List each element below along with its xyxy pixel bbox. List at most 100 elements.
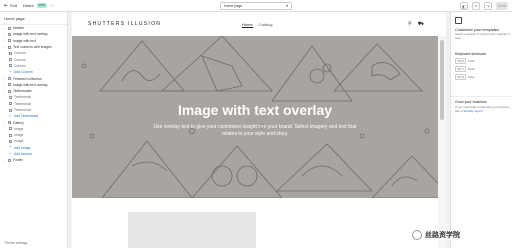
chevron-down-icon: ▾ <box>286 4 288 8</box>
plus-icon: + <box>9 69 12 74</box>
section-icon <box>9 58 12 62</box>
chevron-right-icon[interactable]: › <box>4 26 6 30</box>
undo-icon[interactable]: ↶ <box>472 2 480 10</box>
hero-text: Use overlay text to give your customers … <box>153 124 357 137</box>
chevron-right-icon[interactable]: › <box>4 32 6 36</box>
chevron-right-icon[interactable]: › <box>4 89 6 93</box>
template-icon <box>455 17 462 24</box>
sidebar-item-label: Image with text overlay <box>13 32 48 37</box>
image-placeholder[interactable] <box>128 212 256 248</box>
plus-icon: + <box>9 113 12 118</box>
section-icon <box>9 127 12 131</box>
section-icon <box>8 32 11 36</box>
theme-settings-link[interactable]: Theme settings <box>4 241 27 245</box>
nav-catalog-link[interactable]: Catalog <box>259 22 273 28</box>
sidebar-item-label: Column <box>14 63 26 68</box>
page-selector[interactable]: Home page ▾ <box>220 2 292 10</box>
section-icon <box>9 64 12 68</box>
nav-home-link[interactable]: Home <box>242 22 253 28</box>
section-icon <box>8 39 11 43</box>
sidebar-item-label: Testimonial <box>14 108 31 112</box>
section-icon <box>9 108 12 112</box>
store-header-icons: ⚲ ⛟ <box>408 21 424 28</box>
shortcut-label: Undo <box>467 59 476 63</box>
redo-icon[interactable]: ↷ <box>484 2 492 10</box>
shortcut-keys: Ctrl Z <box>455 58 466 64</box>
chevron-right-icon[interactable]: › <box>4 45 6 49</box>
section-icon <box>8 89 11 93</box>
shortcut-save: Ctrl S Save <box>455 74 475 80</box>
store-logo[interactable]: SHUTTERS ILLUSION <box>88 21 161 27</box>
hero-image-overlay[interactable]: Image with text overlay Use overlay text… <box>72 36 438 198</box>
inspector-icon[interactable]: ◧ <box>460 2 468 10</box>
section-icon <box>9 51 12 55</box>
sidebar-item-label: Gallery <box>13 120 24 125</box>
save-button[interactable]: Save <box>496 2 508 10</box>
shortcut-label: Redo <box>467 67 476 71</box>
sidebar-item-label: Column <box>14 57 26 62</box>
section-icon <box>8 158 11 162</box>
help-panel: Customize your templates Select a sectio… <box>450 12 512 248</box>
sidebar-item[interactable]: › Footer <box>0 157 67 163</box>
store-preview: SHUTTERS ILLUSION Home Catalog ⚲ ⛟ Image… <box>72 12 446 248</box>
section-icon <box>9 133 12 137</box>
wechat-logo-icon <box>412 230 422 240</box>
sidebar-item-label: Testimonial <box>14 101 31 106</box>
scroll-thumb[interactable] <box>440 40 444 120</box>
store-nav: Home Catalog <box>242 22 272 28</box>
sidebar-item-label: Image with text overlay <box>13 82 48 87</box>
sidebar-item-label: Add section <box>14 152 32 157</box>
cart-icon[interactable]: ⛟ <box>418 21 424 28</box>
exit-label: Exit <box>10 3 17 8</box>
business-title: Grow your business <box>455 100 487 104</box>
sidebar-item-label: Image <box>14 126 24 131</box>
help-desc: Select a section or block in the sidebar… <box>455 32 510 40</box>
sidebar-item-label: Testimonials <box>13 89 32 94</box>
sidebar-item-label: Image <box>14 139 24 144</box>
sidebar-item-label: Add Testimonial <box>14 114 38 119</box>
chevron-right-icon[interactable]: › <box>4 77 6 81</box>
live-badge: Live <box>36 3 47 8</box>
sidebar-item-label: Header <box>13 26 25 31</box>
sidebar-item-label: Testimonial <box>14 95 31 100</box>
preview-scrollbar[interactable] <box>438 36 446 248</box>
section-icon <box>8 26 11 30</box>
store-header[interactable]: SHUTTERS ILLUSION Home Catalog ⚲ ⛟ <box>72 12 446 36</box>
theme-editor: ⇤ Exit Debut Live ··· Home page ▾ ◧ ↶ ↷ … <box>0 0 512 248</box>
section-icon <box>8 77 11 81</box>
sidebar-section-list: › Header › Image with text overlay › Image wi… <box>0 25 67 164</box>
sidebar-item-label: Image with text <box>13 38 36 43</box>
sidebar-item-label: Footer <box>13 158 23 163</box>
shortcut-redo: Ctrl Y Redo <box>455 66 475 72</box>
watermark: 丝路资学院 <box>412 230 461 240</box>
section-icon <box>9 102 12 106</box>
chevron-right-icon[interactable]: › <box>4 121 6 125</box>
sidebar-item-label: Column <box>14 51 26 56</box>
plus-icon: + <box>9 151 12 156</box>
top-bar: ⇤ Exit Debut Live ··· Home page ▾ ◧ ↶ ↷ … <box>0 0 512 12</box>
shortcut-label: Save <box>468 75 475 79</box>
exit-button[interactable]: ⇤ Exit <box>4 3 17 9</box>
shortcut-keys: Ctrl S <box>455 74 466 80</box>
chevron-right-icon[interactable]: › <box>4 83 6 87</box>
theme-name: Debut <box>22 3 34 8</box>
sidebar-item-label: Add Column <box>14 70 33 75</box>
panel-divider <box>451 96 512 97</box>
hero-title: Image with text overlay <box>177 102 333 118</box>
section-icon <box>8 83 11 87</box>
search-icon[interactable]: ⚲ <box>408 21 412 28</box>
section-icon <box>8 45 11 49</box>
section-icon <box>9 139 12 143</box>
watermark-text: 丝路资学院 <box>424 230 461 240</box>
shortcuts-title: Keyboard shortcuts <box>455 52 486 56</box>
shortcut-keys: Ctrl Y <box>455 66 466 72</box>
chevron-right-icon[interactable]: › <box>4 158 6 162</box>
sections-sidebar: Home page › Header › Image with text overla… <box>0 12 68 248</box>
more-options-icon[interactable]: ··· <box>50 3 54 9</box>
section-icon <box>9 95 12 99</box>
chevron-right-icon[interactable]: › <box>4 39 6 43</box>
sidebar-item-label: Featured collection <box>13 76 42 81</box>
plus-icon: + <box>9 145 12 150</box>
shopify-expert-link[interactable]: Shopify expert <box>463 109 482 113</box>
exit-arrow-icon: ⇤ <box>4 2 9 9</box>
